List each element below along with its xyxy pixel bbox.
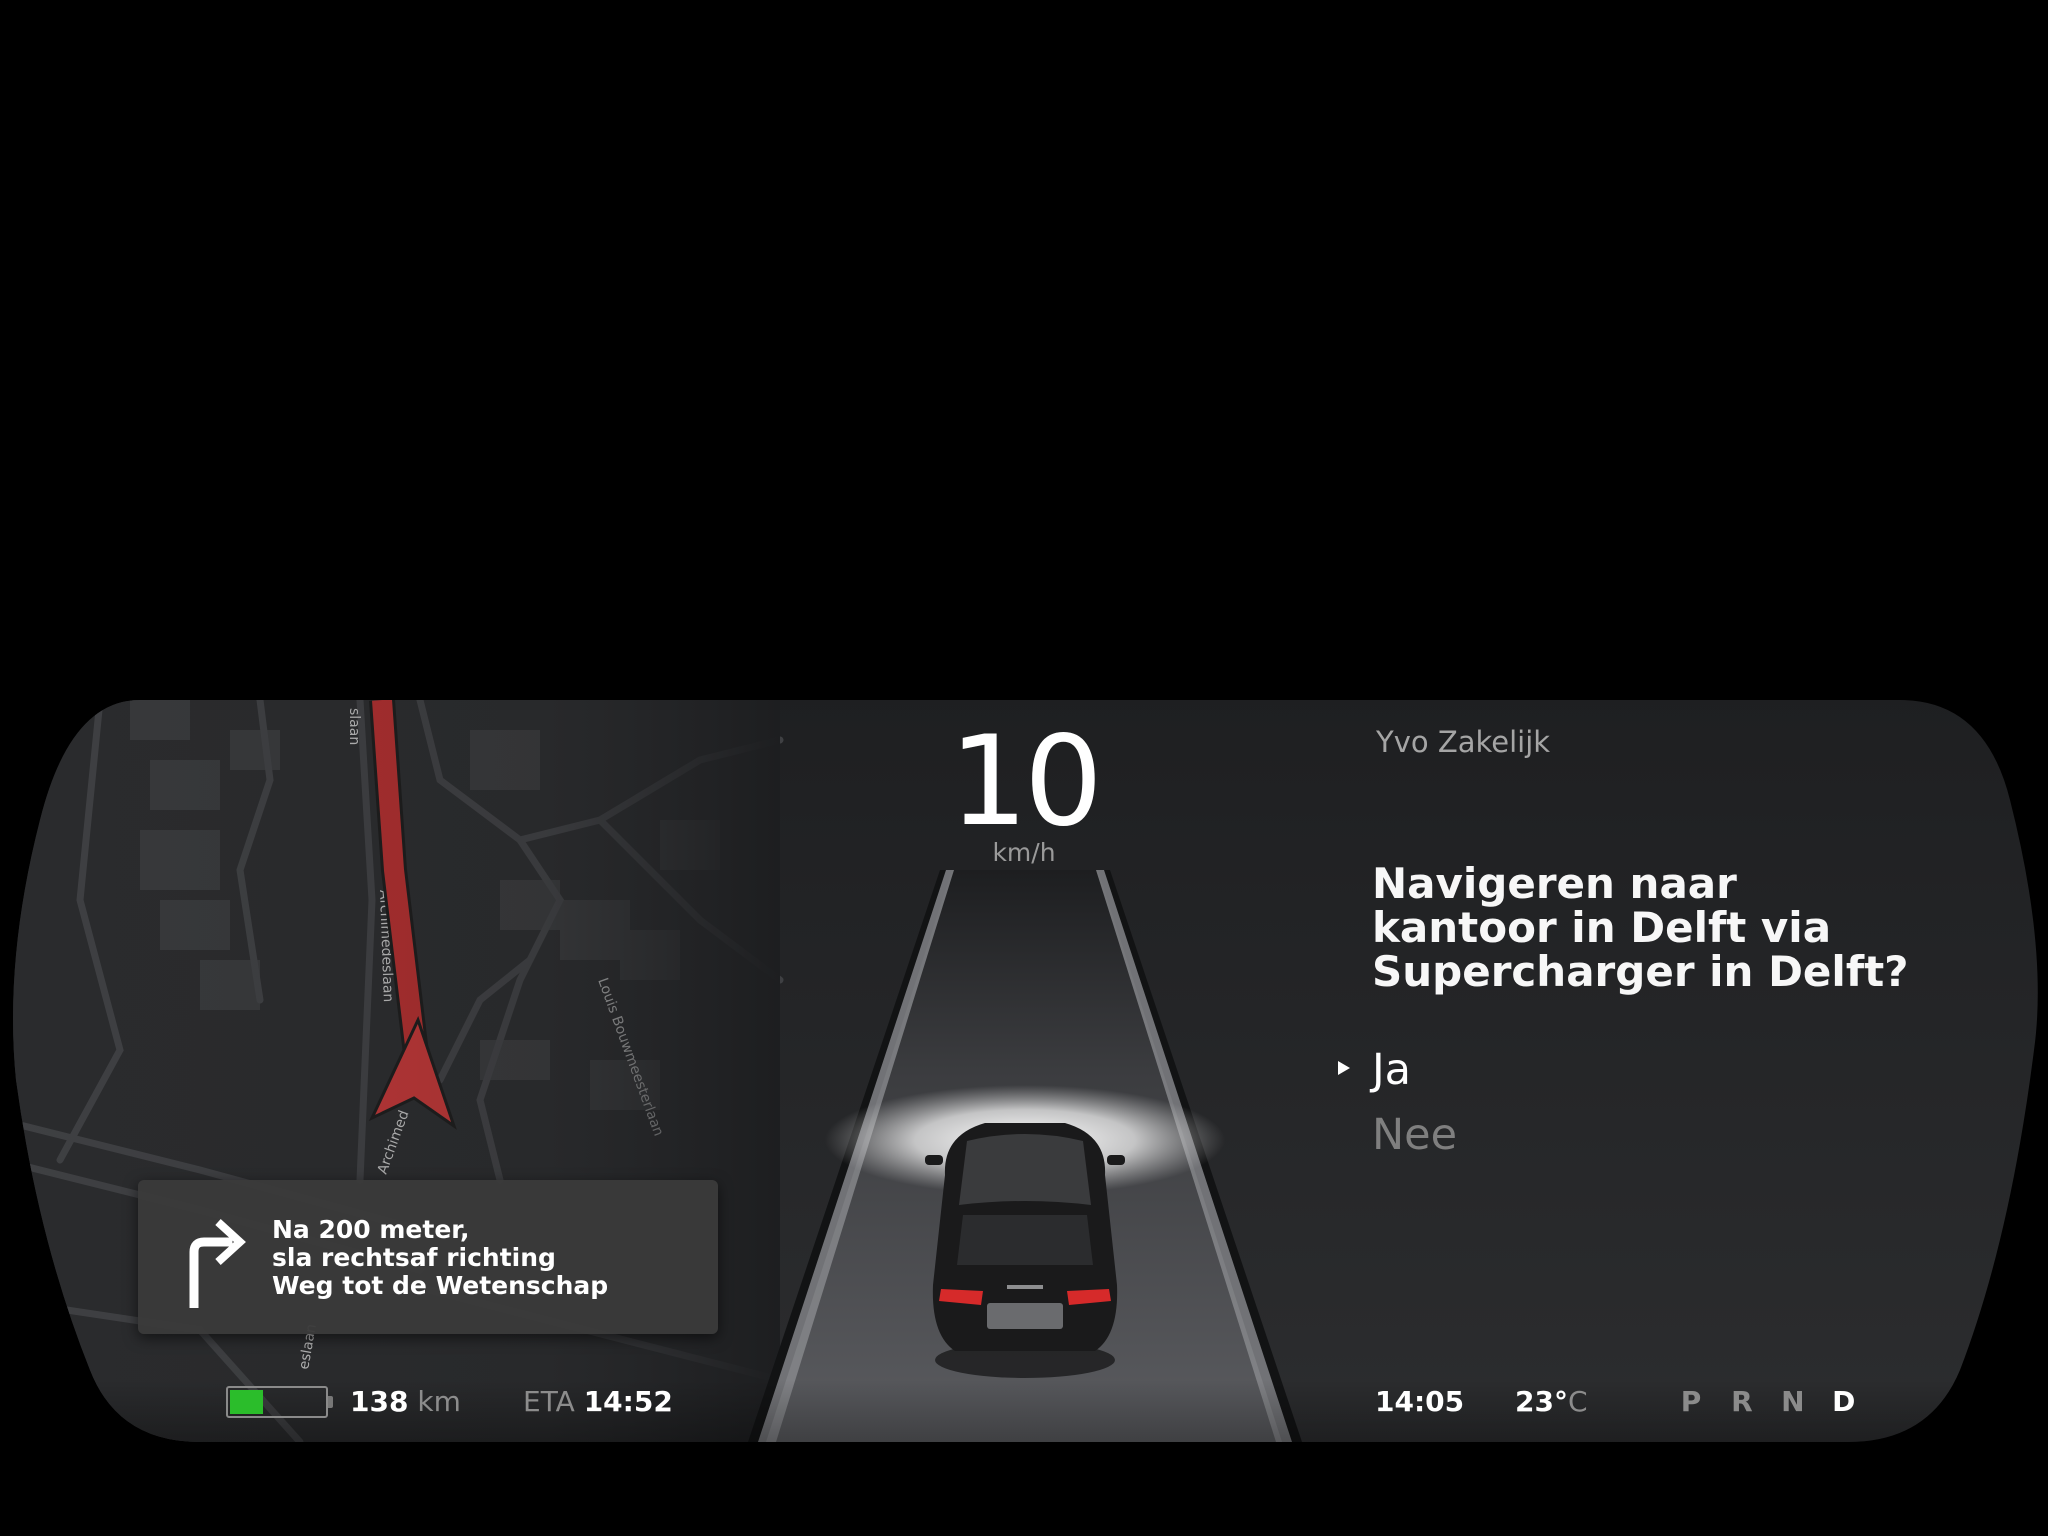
gear-selector: P R N D: [1670, 1385, 1865, 1419]
turn-right-arrow-icon: [189, 1219, 246, 1308]
gear-d: D: [1832, 1385, 1856, 1418]
selection-caret-icon: [1338, 1061, 1350, 1075]
option-yes[interactable]: Ja: [1372, 1045, 1411, 1095]
battery-cap: [328, 1396, 333, 1408]
gear-p: P: [1680, 1385, 1702, 1418]
instruction-line: Weg tot de Wetenschap: [272, 1271, 609, 1300]
temperature-unit: C: [1567, 1385, 1588, 1418]
range-readout: 138 km: [350, 1385, 461, 1419]
clock: 14:05: [1375, 1385, 1465, 1418]
range-unit: km: [417, 1385, 461, 1418]
caller-name: Yvo Zakelijk: [1376, 725, 1551, 759]
question-line: kantoor in Delft via: [1372, 903, 1832, 952]
option-no[interactable]: Nee: [1372, 1110, 1457, 1160]
battery-icon: [226, 1386, 328, 1418]
navigation-instruction-text: Na 200 meter, sla rechtsaf richting Weg …: [272, 1216, 608, 1300]
gear-n: N: [1781, 1385, 1805, 1418]
navigation-instruction-card[interactable]: Na 200 meter, sla rechtsaf richting Weg …: [138, 1180, 718, 1334]
question-line: Supercharger in Delft?: [1372, 947, 1909, 996]
speed-value: 10: [949, 710, 1103, 854]
temperature-value: 23°: [1515, 1385, 1568, 1418]
question-line: Navigeren naar: [1372, 859, 1737, 908]
temperature: 23°C: [1515, 1385, 1588, 1419]
instruction-line: sla rechtsaf richting: [272, 1243, 556, 1272]
gear-r: R: [1731, 1385, 1753, 1418]
range-value: 138: [350, 1385, 409, 1418]
eta-value: 14:52: [583, 1385, 673, 1418]
battery-level-fill: [230, 1390, 263, 1414]
eta-label: ETA: [523, 1385, 575, 1418]
prompt-question: Navigeren naar kantoor in Delft via Supe…: [1372, 862, 1932, 994]
instruction-line: Na 200 meter,: [272, 1215, 470, 1244]
eta-readout: ETA 14:52: [523, 1385, 673, 1419]
car-icon: [925, 1123, 1125, 1378]
instrument-cluster: Archimedeslaan Louis Bouwmeesterlaan Arc…: [0, 0, 2048, 1536]
